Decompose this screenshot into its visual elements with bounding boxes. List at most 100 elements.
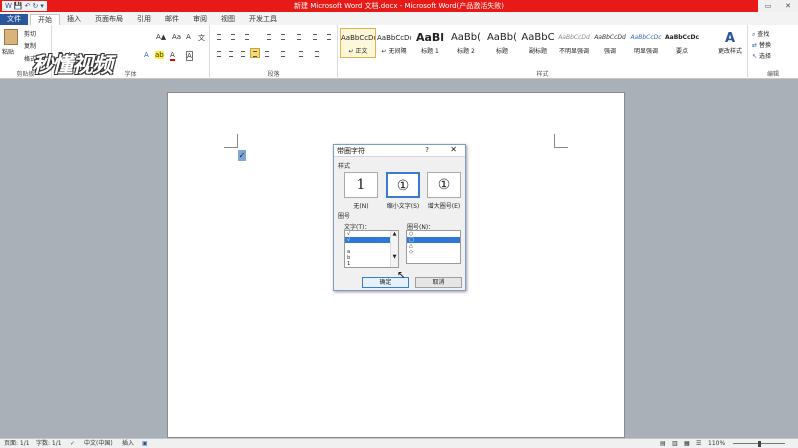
paste-button[interactable]: 粘贴 (2, 47, 14, 56)
style-sample: AaBbCcDc (665, 34, 699, 41)
font-color-button[interactable]: A (170, 51, 175, 61)
style-subtle-emphasis[interactable]: AaBbCcDd 不明显强调 (556, 28, 592, 58)
style-enlarge-symbol-option[interactable]: ① (427, 172, 461, 198)
style-sample: AaBbCcDd (594, 34, 626, 41)
outline-icon[interactable]: ☰ (696, 439, 701, 448)
select-icon: ↖ (752, 53, 758, 60)
word-count[interactable]: 字数: 1/1 (36, 439, 62, 448)
zoom-slider-thumb[interactable] (758, 441, 761, 447)
numbering-button[interactable] (228, 31, 238, 41)
scroll-up-icon[interactable]: ▲ (391, 231, 398, 238)
select-button[interactable]: ↖ 选择 (752, 51, 771, 60)
change-styles-button[interactable]: A 更改样式 (717, 31, 743, 55)
style-heading-2[interactable]: AaBb( 标题 2 (448, 28, 484, 58)
selected-character[interactable]: ✓ (238, 150, 246, 161)
circle-listbox[interactable]: ○ □ △ ◇ (406, 230, 461, 264)
zoom-level[interactable]: 110% (708, 439, 725, 448)
copy-button[interactable]: 复制 (24, 41, 36, 50)
style-normal[interactable]: AaBbCcDd ↵ 正文 (340, 28, 376, 58)
status-bar: 页面: 1/1 字数: 1/1 ✓ 中文(中国) 插入 ▣ ▤ ▥ ▦ ☰ 11… (0, 438, 798, 448)
shading-button[interactable] (296, 48, 306, 58)
decrease-indent-button[interactable] (264, 31, 274, 41)
justify-button[interactable] (250, 48, 260, 58)
style-none-option[interactable]: 1 (344, 172, 378, 198)
clear-format-button[interactable]: A (186, 33, 191, 41)
style-name: 不明显强调 (558, 48, 589, 55)
cancel-button[interactable]: 取消 (415, 277, 462, 288)
text-listbox[interactable]: √ √ a b 1 ▲ ▼ (344, 230, 399, 268)
list-item[interactable]: ◇ (407, 249, 460, 255)
language-indicator[interactable]: 中文(中国) (84, 439, 113, 448)
tab-mailings[interactable]: 邮件 (158, 14, 186, 25)
change-styles-icon: A (724, 31, 736, 46)
distributed-button[interactable] (262, 48, 272, 58)
tab-view[interactable]: 视图 (214, 14, 242, 25)
web-layout-icon[interactable]: ▦ (684, 439, 690, 448)
tab-references[interactable]: 引用 (130, 14, 158, 25)
style-sample: AaBbCcDd (341, 34, 375, 42)
help-icon[interactable]: ? (425, 146, 429, 154)
style-name: ↵ 正文 (348, 48, 368, 55)
align-right-button[interactable] (238, 48, 248, 58)
style-no-spacing[interactable]: AaBbCcDd ↵ 无间隔 (376, 28, 412, 58)
tab-developer[interactable]: 开发工具 (242, 14, 284, 25)
page-count[interactable]: 页面: 1/1 (4, 439, 30, 448)
mouse-cursor-icon: ↖ (397, 270, 406, 281)
close-icon[interactable]: ✕ (778, 0, 798, 12)
style-none-label: 无(N) (353, 203, 369, 210)
phonetic-guide-button[interactable]: 文 (198, 33, 205, 43)
replace-button[interactable]: ⇄ 替换 (752, 40, 771, 49)
paste-icon[interactable] (4, 29, 18, 45)
paragraph-group-label: 段落 (267, 71, 280, 78)
insert-mode[interactable]: 插入 (122, 439, 134, 448)
style-title[interactable]: AaBb( 标题 (484, 28, 520, 58)
full-screen-icon[interactable]: ▥ (672, 439, 678, 448)
watermark-logo: 秒懂视频 (32, 52, 113, 77)
sort-button[interactable] (310, 31, 320, 41)
line-spacing-button[interactable] (278, 48, 288, 58)
editing-group: ⌕ 查找 ⇄ 替换 ↖ 选择 编辑 (748, 25, 798, 79)
scroll-down-icon[interactable]: ▼ (391, 254, 398, 261)
style-emphasis[interactable]: AaBbCcDd 强调 (592, 28, 628, 58)
style-sample: AaBbC (521, 32, 555, 43)
tab-insert[interactable]: 插入 (60, 14, 88, 25)
macro-record-icon[interactable]: ▣ (142, 439, 148, 448)
increase-indent-button[interactable] (278, 31, 288, 41)
styles-gallery: AaBbCcDd ↵ 正文 AaBbCcDd ↵ 无间隔 AaBl 标题 1 A… (340, 28, 700, 58)
styles-group-label: 样式 (536, 71, 549, 78)
style-subtitle[interactable]: AaBbC 副标题 (520, 28, 556, 58)
grow-font-button[interactable]: A▲ (156, 33, 166, 41)
style-intense-emphasis[interactable]: AaBbCcDc 明显强调 (628, 28, 664, 58)
style-shrink-text-label: 缩小文字(S) (386, 203, 420, 210)
align-center-button[interactable] (226, 48, 236, 58)
print-layout-icon[interactable]: ▤ (660, 439, 666, 448)
enclose-characters-dialog: 带圈字符 ? ✕ 样式 1 ① ① 无(N) 缩小文字(S) 增大圈号(E) 圈… (333, 144, 466, 291)
close-icon[interactable]: ✕ (450, 145, 457, 154)
style-name: 标题 1 (421, 48, 439, 55)
show-marks-button[interactable] (324, 31, 334, 41)
find-button[interactable]: ⌕ 查找 (752, 29, 769, 39)
multilevel-list-button[interactable] (242, 31, 252, 41)
tab-review[interactable]: 审阅 (186, 14, 214, 25)
style-sample: AaBbCcDc (630, 34, 662, 41)
text-list-scrollbar[interactable]: ▲ ▼ (390, 231, 398, 267)
align-left-button[interactable] (214, 48, 224, 58)
circle-section-label: 圈号 (338, 213, 351, 220)
tab-home[interactable]: 开始 (30, 14, 60, 25)
chinese-layout-button[interactable] (294, 31, 304, 41)
ribbon: 粘贴 剪切 复制 格式刷 剪贴板 A▲ Aa A 文 B I A ab A A … (0, 25, 798, 79)
tab-file[interactable]: 文件 (0, 14, 28, 25)
style-heading-1[interactable]: AaBl 标题 1 (412, 28, 448, 58)
char-border-button[interactable]: A (186, 51, 193, 61)
highlight-button[interactable]: ab (155, 51, 164, 59)
proofing-icon[interactable]: ✓ (70, 439, 75, 448)
change-case-button[interactable]: Aa (172, 33, 181, 41)
cut-button[interactable]: 剪切 (24, 29, 36, 38)
tab-page-layout[interactable]: 页面布局 (88, 14, 130, 25)
style-strong[interactable]: AaBbCcDc 要点 (664, 28, 700, 58)
restore-icon[interactable]: ▭ (758, 0, 778, 12)
window-controls: ▭ ✕ (758, 0, 798, 12)
style-shrink-text-option[interactable]: ① (386, 172, 420, 198)
borders-button[interactable] (312, 48, 322, 58)
bullets-button[interactable] (214, 31, 224, 41)
